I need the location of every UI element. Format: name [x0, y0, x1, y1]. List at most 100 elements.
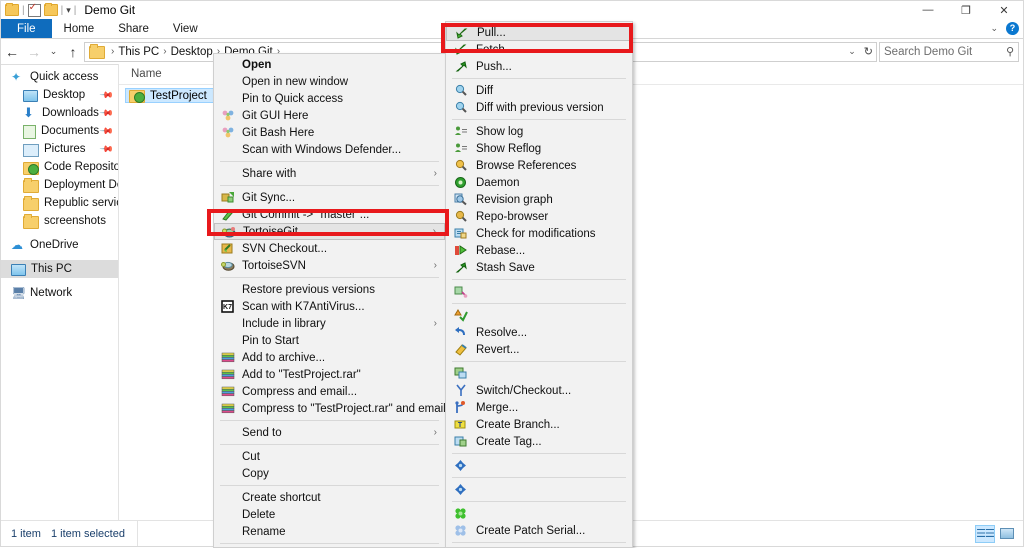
menu-item-create-branch[interactable]: Merge...	[446, 399, 632, 416]
sidebar-item-quick-access[interactable]: ✦ Quick access	[1, 68, 118, 86]
menu-item-git-sync[interactable]: Git Sync...	[214, 189, 445, 206]
folder-icon	[23, 177, 39, 193]
close-button[interactable]: ✕	[985, 1, 1023, 19]
breadcrumb-this-pc[interactable]: This PC	[115, 46, 162, 58]
menu-item-revert[interactable]: Resolve...	[446, 324, 632, 341]
menu-item-clean-up[interactable]: Revert...	[446, 341, 632, 358]
thumbnail-view-icon[interactable]	[997, 525, 1017, 543]
sidebar-item-code-repository[interactable]: Code Repository	[1, 158, 118, 176]
menu-item-push[interactable]: Push...	[446, 58, 632, 75]
menu-item-compress-and-email[interactable]: Compress and email...	[214, 383, 445, 400]
menu-item-pull[interactable]: Pull...	[446, 24, 632, 41]
search-input[interactable]: Search Demo Git ⚲	[879, 41, 1019, 62]
menu-item-tortoisegit[interactable]: TortoiseGit ›	[214, 223, 445, 240]
menu-item-rebase[interactable]: Rebase...	[446, 242, 632, 259]
menu-item-pin-to-start[interactable]: Pin to Start	[214, 332, 445, 349]
menu-item-compress-to-rar-and-email[interactable]: Compress to "TestProject.rar" and email	[214, 400, 445, 417]
menu-item-check-for-modifications[interactable]: Check for modifications	[446, 225, 632, 242]
search-icon[interactable]: ⚲	[1006, 45, 1014, 58]
menu-item-open[interactable]: Open	[214, 56, 445, 73]
menu-item-share-with[interactable]: Share with ›	[214, 165, 445, 182]
menu-item-send-to[interactable]: Send to ›	[214, 424, 445, 441]
menu-item-fetch[interactable]: Fetch...	[446, 41, 632, 58]
menu-item-create-shortcut[interactable]: Create shortcut	[214, 489, 445, 506]
maximize-button[interactable]: ❐	[947, 1, 985, 19]
ribbon-expand-icon[interactable]: ⌄	[990, 23, 998, 34]
sidebar-item-this-pc[interactable]: This PC	[1, 260, 118, 278]
menu-item-delete[interactable]: Delete	[214, 506, 445, 523]
menu-item-restore-previous-versions[interactable]: Restore previous versions	[214, 281, 445, 298]
menu-item-tortoisesvn[interactable]: TortoiseSVN ›	[214, 257, 445, 274]
qat-properties-icon[interactable]	[27, 2, 41, 17]
sidebar-item-desktop[interactable]: Desktop 📌	[1, 86, 118, 104]
sidebar-item-republic-service[interactable]: Republic service	[1, 194, 118, 212]
menu-item-git-bash-here[interactable]: Git Bash Here	[214, 124, 445, 141]
pin-icon[interactable]: 📌	[99, 87, 114, 103]
menu-item-stash-save[interactable]: Stash Save	[446, 259, 632, 276]
tab-share[interactable]: Share	[106, 19, 161, 38]
tab-view[interactable]: View	[161, 19, 210, 38]
submodule-add-icon	[454, 483, 468, 496]
menu-item-copy[interactable]: Copy	[214, 465, 445, 482]
context-menu[interactable]: Open Open in new window Pin to Quick acc…	[213, 53, 446, 548]
menu-item-rename[interactable]: Rename	[214, 523, 445, 540]
menu-item-diff-with-previous-version[interactable]: Diff with previous version	[446, 99, 632, 116]
menu-item-create-patch-serial[interactable]	[446, 505, 632, 522]
tab-home[interactable]: Home	[52, 19, 107, 38]
menu-item-diff[interactable]: Diff	[446, 82, 632, 99]
svg-text:T: T	[458, 422, 463, 429]
sidebar-item-pictures[interactable]: Pictures 📌	[1, 140, 118, 158]
help-icon[interactable]: ?	[1006, 22, 1019, 35]
tab-file[interactable]: File	[1, 19, 52, 38]
qat-dropdown-icon[interactable]: ▾	[66, 5, 71, 16]
menu-item-bisect-start[interactable]	[446, 283, 632, 300]
menu-item-include-in-library[interactable]: Include in library ›	[214, 315, 445, 332]
menu-item-git-gui-here[interactable]: Git GUI Here	[214, 107, 445, 124]
menu-item-switch-checkout[interactable]	[446, 365, 632, 382]
refresh-icon[interactable]: ↻	[864, 45, 873, 58]
list-item[interactable]: TestProject	[125, 88, 220, 103]
menu-item-show-log[interactable]: Show log	[446, 123, 632, 140]
menu-item-apply-patch-serial[interactable]: Create Patch Serial...	[446, 522, 632, 539]
menu-item-show-reflog[interactable]: Show Reflog	[446, 140, 632, 157]
menu-item-daemon[interactable]: Daemon	[446, 174, 632, 191]
menu-item-open-in-new-window[interactable]: Open in new window	[214, 73, 445, 90]
menu-item-revision-graph[interactable]: Revision graph	[446, 191, 632, 208]
sidebar-item-deployment-documents[interactable]: Deployment Docum	[1, 176, 118, 194]
details-view-icon[interactable]: ☰☰	[975, 524, 995, 543]
minimize-button[interactable]: —	[909, 1, 947, 19]
sidebar-item-onedrive[interactable]: ☁ OneDrive	[1, 236, 118, 254]
menu-item-add[interactable]	[446, 457, 632, 474]
menu-item-add-to-archive[interactable]: Add to archive...	[214, 349, 445, 366]
sidebar-item-downloads[interactable]: ⬇ Downloads 📌	[1, 104, 118, 122]
menu-item-create-tag[interactable]: T Create Branch...	[446, 416, 632, 433]
menu-item-scan-with-k7antivirus[interactable]: K7 Scan with K7AntiVirus...	[214, 298, 445, 315]
up-button[interactable]: ↑	[62, 44, 84, 60]
menu-item-browse-references[interactable]: Browse References	[446, 157, 632, 174]
pin-icon[interactable]: 📌	[99, 141, 114, 157]
menu-item-repo-browser[interactable]: Repo-browser	[446, 208, 632, 225]
sidebar-item-screenshots[interactable]: screenshots	[1, 212, 118, 230]
qat-new-folder-icon[interactable]	[43, 3, 58, 16]
back-button[interactable]: ←	[1, 44, 23, 60]
sidebar-item-documents[interactable]: Documents 📌	[1, 122, 118, 140]
menu-item-add-to-rar[interactable]: Add to "TestProject.rar"	[214, 366, 445, 383]
menu-item-submodule-add[interactable]	[446, 481, 632, 498]
column-header-name[interactable]: Name	[119, 68, 162, 80]
breadcrumb-desktop[interactable]: Desktop	[168, 46, 216, 58]
sidebar-item-network[interactable]: 🖥 Network	[1, 284, 118, 302]
menu-item-scan-with-windows-defender[interactable]: Scan with Windows Defender...	[214, 141, 445, 158]
menu-item-pin-to-quick-access[interactable]: Pin to Quick access	[214, 90, 445, 107]
menu-item-export[interactable]: Create Tag...	[446, 433, 632, 450]
menu-item-resolve[interactable]	[446, 307, 632, 324]
menu-item-cut[interactable]: Cut	[214, 448, 445, 465]
tortoisegit-submenu[interactable]: Pull... Fetch... Push... Diff Diff with	[445, 21, 633, 548]
menu-item-svn-checkout[interactable]: SVN Checkout...	[214, 240, 445, 257]
recent-locations-icon[interactable]: ⌄	[45, 46, 62, 57]
chevron-down-icon[interactable]: ⌄	[848, 46, 856, 57]
menu-item-merge[interactable]: Switch/Checkout...	[446, 382, 632, 399]
forward-button[interactable]: →	[23, 44, 45, 60]
pin-icon[interactable]: 📌	[99, 123, 114, 139]
menu-item-git-commit[interactable]: Git Commit -> "master"...	[214, 206, 445, 223]
pin-icon[interactable]: 📌	[99, 105, 114, 121]
